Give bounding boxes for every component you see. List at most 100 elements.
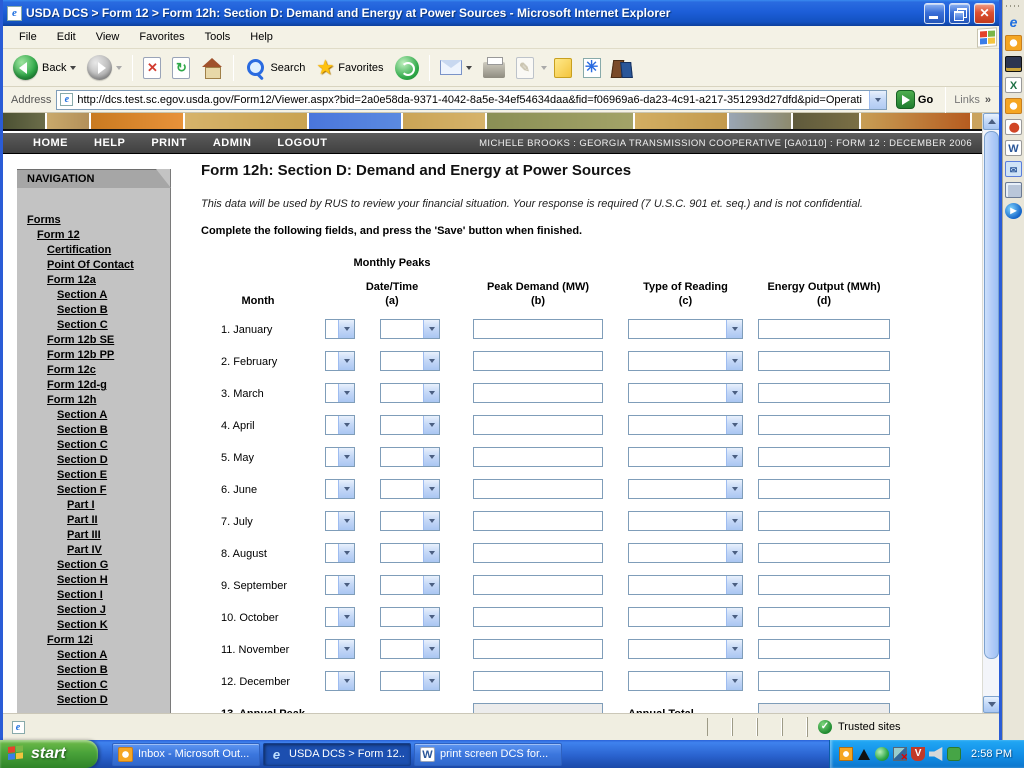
reading-type-select[interactable] [628, 415, 743, 435]
discuss-button[interactable] [550, 56, 576, 80]
sidebar-item-section-c[interactable]: Section C [17, 438, 170, 453]
peak-date-select[interactable] [325, 671, 355, 691]
go-button[interactable]: Go [892, 90, 937, 109]
sidebar-item-forms[interactable]: Forms [17, 213, 170, 228]
green-utility-icon[interactable] [947, 747, 961, 761]
sidebar-item-section-c[interactable]: Section C [17, 678, 170, 693]
edit-button[interactable]: ✎ [512, 55, 538, 81]
print-button[interactable] [479, 56, 509, 80]
sidebar-item-section-b[interactable]: Section B [17, 303, 170, 318]
peak-demand-input[interactable] [473, 447, 603, 467]
task-inbox-microsoft-out[interactable]: Inbox - Microsoft Out... [112, 743, 260, 766]
reading-type-select[interactable] [628, 447, 743, 467]
links-chevron-icon[interactable]: » [985, 94, 995, 106]
sidebar-item-section-a[interactable]: Section A [17, 408, 170, 423]
vertical-scrollbar[interactable] [982, 113, 999, 713]
office-excel-icon[interactable] [1005, 77, 1022, 93]
refresh-button[interactable]: ↻ [168, 55, 194, 81]
home-button[interactable] [197, 56, 227, 80]
office-my-computer-icon[interactable] [1005, 182, 1022, 198]
start-button[interactable]: start [0, 740, 98, 768]
reading-type-select[interactable] [628, 575, 743, 595]
office-media-player-icon[interactable] [1005, 203, 1022, 219]
sidebar-item-form-12i[interactable]: Form 12i [17, 633, 170, 648]
scrollbar-thumb[interactable] [984, 131, 999, 659]
sidebar-item-section-j[interactable]: Section J [17, 603, 170, 618]
task-usda-dcs-form-12[interactable]: USDA DCS > Form 12... [263, 743, 411, 766]
peak-date-select[interactable] [325, 639, 355, 659]
sidebar-item-form-12b-pp[interactable]: Form 12b PP [17, 348, 170, 363]
peak-date-select[interactable] [325, 351, 355, 371]
reading-type-select[interactable] [628, 671, 743, 691]
energy-output-input[interactable] [758, 383, 890, 403]
reading-type-select[interactable] [628, 511, 743, 531]
address-dropdown-button[interactable] [869, 91, 886, 109]
sidebar-item-form-12a[interactable]: Form 12a [17, 273, 170, 288]
sidebar-item-form-12d-g[interactable]: Form 12d-g [17, 378, 170, 393]
mail-button[interactable] [436, 58, 476, 77]
peak-date-select[interactable] [325, 415, 355, 435]
peak-time-select[interactable] [380, 479, 440, 499]
sidebar-item-section-f[interactable]: Section F [17, 483, 170, 498]
sidebar-item-form-12h[interactable]: Form 12h [17, 393, 170, 408]
sidebar-item-section-a[interactable]: Section A [17, 648, 170, 663]
research-button[interactable] [608, 55, 638, 80]
peak-demand-input[interactable] [473, 319, 603, 339]
messenger-button[interactable]: ✳ [579, 56, 605, 80]
energy-output-input[interactable] [758, 511, 890, 531]
forward-button[interactable] [83, 53, 126, 82]
energy-output-input[interactable] [758, 543, 890, 563]
sidebar-item-form-12[interactable]: Form 12 [17, 228, 170, 243]
peak-time-select[interactable] [380, 415, 440, 435]
sidebar-item-point-of-contact[interactable]: Point Of Contact [17, 258, 170, 273]
site-nav-home[interactable]: HOME [33, 137, 68, 149]
peak-date-select[interactable] [325, 383, 355, 403]
energy-output-input[interactable] [758, 415, 890, 435]
site-nav-logout[interactable]: LOGOUT [277, 137, 327, 149]
peak-date-select[interactable] [325, 543, 355, 563]
sidebar-item-section-a[interactable]: Section A [17, 288, 170, 303]
reading-type-select[interactable] [628, 543, 743, 563]
peak-date-select[interactable] [325, 607, 355, 627]
peak-demand-input[interactable] [473, 575, 603, 595]
reading-type-select[interactable] [628, 351, 743, 371]
office-ie-icon[interactable] [1005, 14, 1022, 30]
scrollbar-up-button[interactable] [983, 113, 999, 130]
site-nav-admin[interactable]: ADMIN [213, 137, 252, 149]
site-nav-print[interactable]: PRINT [151, 137, 187, 149]
reading-type-select[interactable] [628, 383, 743, 403]
menu-view[interactable]: View [88, 28, 128, 46]
menu-file[interactable]: File [11, 28, 45, 46]
black-triangle-icon[interactable] [857, 747, 871, 761]
reminder-clock-icon[interactable] [839, 747, 853, 761]
sidebar-item-section-g[interactable]: Section G [17, 558, 170, 573]
office-bar-grip[interactable] [1006, 3, 1021, 9]
peak-time-select[interactable] [380, 383, 440, 403]
sidebar-item-form-12c[interactable]: Form 12c [17, 363, 170, 378]
peak-time-select[interactable] [380, 639, 440, 659]
sidebar-item-part-iii[interactable]: Part III [17, 528, 170, 543]
sidebar-item-part-iv[interactable]: Part IV [17, 543, 170, 558]
sidebar-item-certification[interactable]: Certification [17, 243, 170, 258]
energy-output-input[interactable] [758, 351, 890, 371]
history-button[interactable] [391, 54, 423, 82]
office-powerpoint-icon[interactable] [1005, 119, 1022, 135]
peak-demand-input[interactable] [473, 511, 603, 531]
peak-demand-input[interactable] [473, 351, 603, 371]
energy-output-input[interactable] [758, 479, 890, 499]
task-print-screen-dcs-for[interactable]: print screen DCS for... [414, 743, 562, 766]
peak-date-select[interactable] [325, 319, 355, 339]
menu-favorites[interactable]: Favorites [131, 28, 192, 46]
office-address-book-icon[interactable] [1005, 56, 1022, 72]
energy-output-input[interactable] [758, 447, 890, 467]
peak-demand-input[interactable] [473, 671, 603, 691]
menu-tools[interactable]: Tools [197, 28, 239, 46]
reading-type-select[interactable] [628, 639, 743, 659]
sidebar-item-section-h[interactable]: Section H [17, 573, 170, 588]
peak-demand-input[interactable] [473, 639, 603, 659]
close-button[interactable] [974, 3, 995, 24]
sidebar-item-part-ii[interactable]: Part II [17, 513, 170, 528]
stop-button[interactable]: ✕ [139, 55, 165, 81]
site-nav-help[interactable]: HELP [94, 137, 125, 149]
mail-dropdown-caret-icon[interactable] [466, 66, 472, 73]
